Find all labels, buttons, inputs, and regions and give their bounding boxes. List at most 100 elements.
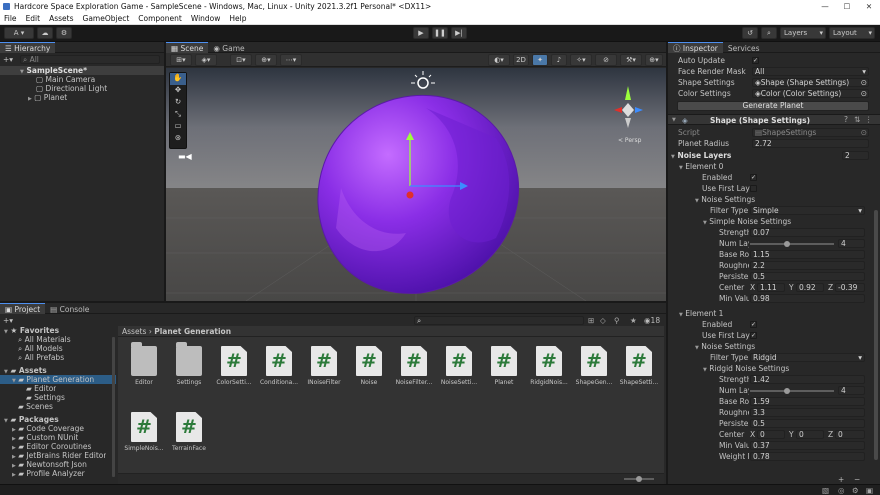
planet-radius-input[interactable]: 2.72	[752, 139, 869, 148]
audio-icon[interactable]: ♪	[551, 54, 567, 66]
tab-console[interactable]: ▤ Console	[45, 304, 94, 315]
tree-all-models[interactable]: ⌕ All Models	[18, 344, 63, 353]
pause-button[interactable]: ❚❚	[432, 27, 448, 39]
num-layers-input[interactable]: 4	[838, 386, 865, 395]
filter-type-icon[interactable]: ⊞	[588, 316, 598, 325]
menu-window[interactable]: Window	[191, 13, 221, 24]
hierarchy-item-planet[interactable]: ▶ ▢ Planet	[28, 93, 67, 102]
asset-script[interactable]: # Noise	[349, 346, 389, 386]
noise-sub-foldout[interactable]: ▼ Ridgid Noise Settings	[703, 364, 789, 373]
num-layers-knob[interactable]	[784, 241, 790, 247]
visibility-icon[interactable]: ⊘	[595, 54, 617, 66]
tree-package[interactable]: ▶ ▰ Profile Analyzer	[12, 469, 85, 478]
asset-script[interactable]: # NoiseSetti...	[439, 346, 479, 386]
element0-foldout[interactable]: ▼ Element 0	[679, 162, 723, 171]
tree-package[interactable]: ▶ ▰ JetBrains Rider Editor	[12, 451, 106, 460]
generate-planet-button[interactable]: Generate Planet	[677, 101, 869, 111]
num-layers-slider[interactable]	[750, 243, 834, 245]
create-icon[interactable]: +▾	[3, 316, 17, 325]
center-z-input[interactable]: 0	[835, 430, 865, 439]
auto-update-checkbox[interactable]: ✓	[752, 57, 759, 64]
num-layers-input[interactable]: 4	[838, 239, 865, 248]
scene-viewport[interactable]: < Persp	[166, 68, 666, 301]
play-button[interactable]: ▶	[413, 27, 429, 39]
favorite-star-icon[interactable]: ★	[630, 316, 640, 325]
noise-settings-foldout[interactable]: ▼ Noise Settings	[695, 195, 755, 204]
hierarchy-item-main-camera[interactable]: ▢ Main Camera	[36, 75, 95, 84]
tree-all-prefabs[interactable]: ⌕ All Prefabs	[18, 353, 64, 362]
hand-tool-dropdown[interactable]: ⊞▾	[170, 54, 192, 66]
noise-settings-foldout[interactable]: ▼ Noise Settings	[695, 342, 755, 351]
roughness-input[interactable]: 2.2	[750, 261, 865, 270]
center-z-input[interactable]: -0.39	[835, 283, 865, 292]
filter-label-icon[interactable]: ◇	[600, 316, 610, 325]
search-icon[interactable]: ⌕	[761, 27, 777, 39]
strength-input[interactable]: 0.07	[750, 228, 865, 237]
base-roughness-input[interactable]: 1.59	[750, 397, 865, 406]
noise-sub-foldout[interactable]: ▼ Simple Noise Settings	[703, 217, 791, 226]
tree-scrollbar[interactable]	[112, 337, 115, 477]
face-render-mask-dropdown[interactable]: All ▾	[752, 67, 869, 76]
effects-dropdown[interactable]: ✧▾	[570, 54, 592, 66]
breadcrumb-assets[interactable]: Assets	[122, 327, 146, 336]
inspector-scrollbar[interactable]	[874, 210, 878, 460]
persistence-input[interactable]: 0.5	[750, 272, 865, 281]
2d-toggle[interactable]: 2D	[513, 54, 529, 66]
add-element-icon[interactable]: +	[838, 475, 844, 484]
close-button[interactable]: ✕	[858, 0, 880, 13]
step-button[interactable]: ▶|	[451, 27, 467, 39]
pivot-dropdown[interactable]: ⊡▾	[230, 54, 252, 66]
center-y-input[interactable]: 0.92	[796, 283, 824, 292]
tab-services[interactable]: Services	[723, 43, 765, 54]
center-x-input[interactable]: 0	[757, 430, 785, 439]
component-header[interactable]: ▼ ◈ Shape (Shape Settings) ? ⇅ ⋮	[668, 114, 880, 125]
tab-hierarchy[interactable]: ☰ Hierarchy	[0, 42, 56, 53]
layout-dropdown[interactable]: Layout ▾	[829, 27, 875, 39]
hierarchy-item-directional-light[interactable]: ▢ Directional Light	[36, 84, 107, 93]
filter-type-dropdown[interactable]: Ridgid ▾	[750, 353, 865, 362]
asset-script[interactable]: # TerrainFace	[169, 412, 209, 452]
draw-mode-dropdown[interactable]: ◈▾	[195, 54, 217, 66]
hierarchy-scene-row[interactable]: ▼ SampleScene*	[0, 66, 164, 75]
tree-favorites[interactable]: ▼ ★ Favorites	[4, 326, 59, 335]
tree-planet-generation[interactable]: ▼ ▰ Planet Generation	[0, 375, 116, 384]
rotate-tool-icon[interactable]: ↻	[170, 97, 186, 109]
lighting-icon[interactable]: ✦	[532, 54, 548, 66]
gizmos-dropdown[interactable]: ⊕▾	[645, 54, 663, 66]
tree-editor[interactable]: ▰ Editor	[26, 384, 56, 393]
remove-element-icon[interactable]: −	[854, 475, 860, 484]
asset-script[interactable]: # NoiseFilter...	[394, 346, 434, 386]
global-dropdown[interactable]: ⊕▾	[255, 54, 277, 66]
min-value-input[interactable]: 0.98	[750, 294, 865, 303]
tools-dropdown[interactable]: ⚒▾	[620, 54, 642, 66]
menu-assets[interactable]: Assets	[49, 13, 73, 24]
account-dropdown[interactable]: A ▾	[4, 27, 34, 39]
asset-script[interactable]: # ShapeSetti...	[619, 346, 659, 386]
center-x-input[interactable]: 1.11	[757, 283, 785, 292]
element1-foldout[interactable]: ▼ Element 1	[679, 309, 723, 318]
asset-script[interactable]: # INoiseFilter	[304, 346, 344, 386]
noise-layers-foldout[interactable]: ▼ Noise Layers	[671, 151, 731, 160]
object-picker-icon[interactable]: ⊙	[861, 79, 868, 87]
kebab-menu-icon[interactable]: ⋮	[865, 115, 873, 124]
persistence-input[interactable]: 0.5	[750, 419, 865, 428]
min-value-input[interactable]: 0.37	[750, 441, 865, 450]
tree-package[interactable]: ▶ ▰ Newtonsoft Json	[12, 460, 87, 469]
help-icon[interactable]: ?	[844, 115, 848, 124]
asset-script[interactable]: # Planet	[484, 346, 524, 386]
preset-icon[interactable]: ⇅	[854, 115, 860, 124]
tree-settings[interactable]: ▰ Settings	[26, 393, 65, 402]
history-icon[interactable]: ↺	[742, 27, 758, 39]
breadcrumb-planet-generation[interactable]: Planet Generation	[154, 327, 231, 336]
tab-project[interactable]: ▣ Project	[0, 303, 46, 314]
object-picker-icon[interactable]: ⊙	[861, 90, 868, 98]
shading-dropdown[interactable]: ◐▾	[488, 54, 510, 66]
weight-multiplier-input[interactable]: 0.78	[750, 452, 865, 461]
hand-tool-icon[interactable]: ✋	[170, 73, 186, 85]
use-first-layer-checkbox[interactable]	[750, 185, 757, 192]
enabled-checkbox[interactable]: ✓	[750, 174, 757, 181]
menu-file[interactable]: File	[4, 13, 17, 24]
strength-input[interactable]: 1.42	[750, 375, 865, 384]
tree-package[interactable]: ▶ ▰ Custom NUnit	[12, 433, 78, 442]
asset-folder[interactable]: Settings	[169, 342, 209, 386]
